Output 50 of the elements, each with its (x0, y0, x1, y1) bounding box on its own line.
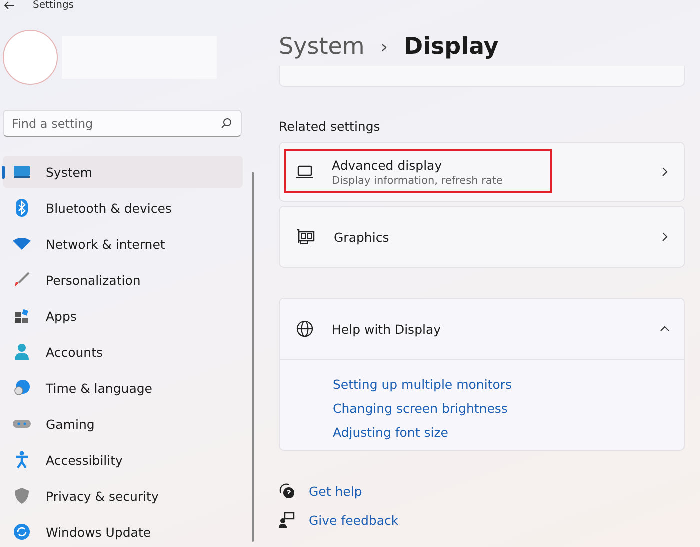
chevron-icon (660, 232, 670, 242)
card-subtitle: Display information, refresh rate (332, 174, 504, 186)
person-icon (15, 344, 29, 360)
sidebar-item[interactable]: Gaming (3, 408, 243, 440)
search-icon (221, 118, 232, 129)
brush-icon (14, 272, 30, 288)
monitor-icon (13, 165, 31, 179)
sidebar-item[interactable]: Accounts (3, 336, 243, 368)
sidebar-item[interactable]: Windows Update (3, 516, 243, 547)
sidebar-item[interactable]: Privacy & security (3, 480, 243, 512)
gamepad-icon (13, 419, 31, 429)
section-heading: Related settings (279, 119, 382, 134)
chevron-icon[interactable] (660, 324, 670, 334)
sidebar-item[interactable]: Apps (3, 300, 243, 332)
graphics-card-icon (296, 229, 316, 245)
settings-card[interactable]: Advanced display Display information, refresh rate (279, 142, 685, 202)
apps-icon (14, 308, 30, 324)
window-title: Settings (33, 0, 74, 11)
card-title: Graphics (334, 230, 390, 244)
sidebar-item[interactable]: Time & language (3, 372, 243, 404)
settings-card[interactable]: Graphics (279, 206, 685, 268)
scrollbar[interactable] (252, 172, 254, 542)
sync-icon (14, 524, 30, 540)
globe-clock-icon (14, 380, 30, 396)
help-title: Help with Display (332, 322, 442, 336)
breadcrumb-separator: › (380, 36, 388, 58)
accessibility-icon (15, 451, 29, 469)
footer-link[interactable]: Give feedback (309, 512, 399, 528)
globe-icon (296, 320, 314, 338)
laptop-icon (296, 165, 314, 179)
chevron-icon (660, 167, 670, 177)
card-title: Advanced display (332, 158, 444, 172)
help-link[interactable]: Adjusting font size (333, 425, 448, 440)
help-link[interactable]: Changing screen brightness (333, 401, 508, 416)
feedback-icon (279, 512, 295, 528)
shield-icon (15, 488, 29, 504)
sidebar-item[interactable]: Bluetooth & devices (3, 192, 243, 224)
page-title: Display (404, 34, 499, 60)
search-field[interactable]: Find a setting (3, 110, 242, 137)
back-arrow-icon[interactable] (4, 1, 15, 10)
wifi-icon (13, 238, 31, 250)
sidebar-item[interactable]: Accessibility (3, 444, 243, 476)
breadcrumb-link[interactable]: System (279, 34, 365, 60)
sidebar-item[interactable]: Network & internet (3, 228, 243, 260)
help-icon (279, 483, 295, 499)
help-link[interactable]: Setting up multiple monitors (333, 377, 512, 392)
bluetooth-icon (16, 199, 28, 217)
sidebar-item[interactable]: System (3, 156, 243, 188)
footer-link[interactable]: Get help (309, 484, 362, 498)
sidebar-item[interactable]: Personalization (3, 264, 243, 296)
